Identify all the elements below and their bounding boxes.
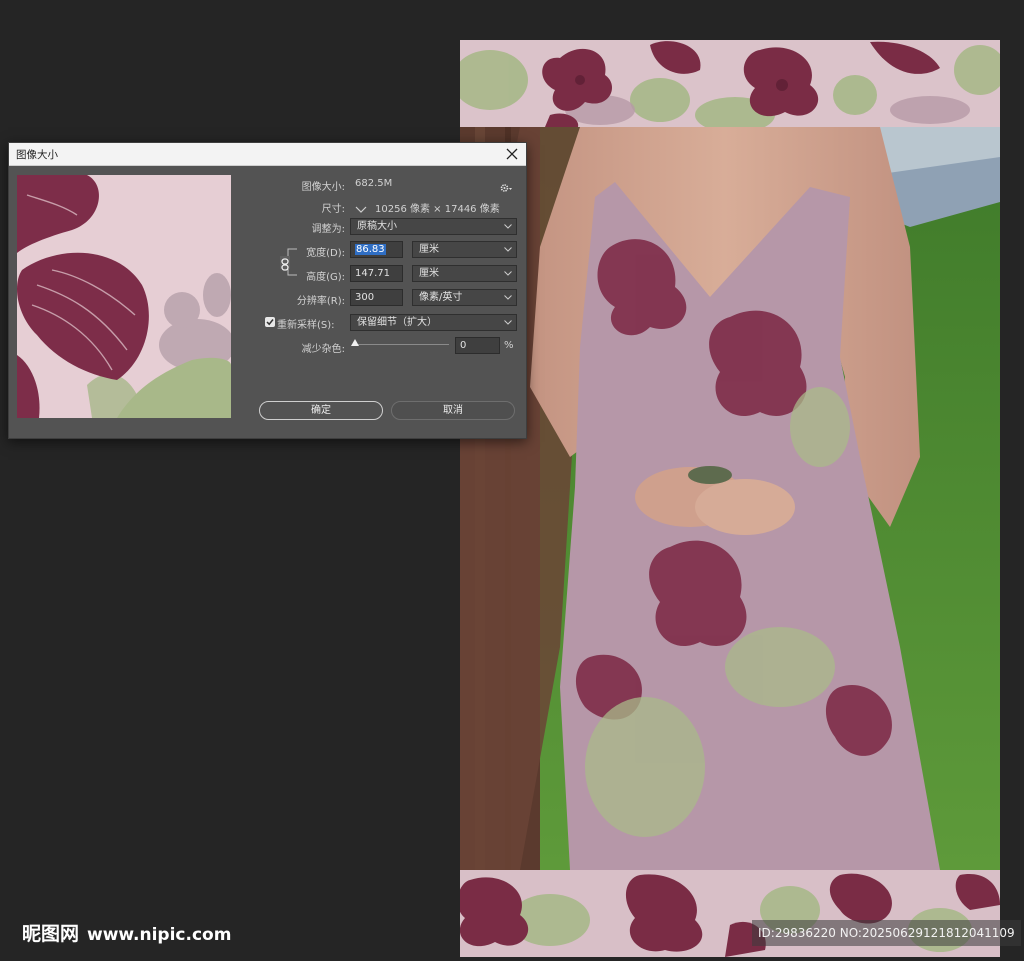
watermark-site-name: 昵图网 [22,923,80,945]
noise-label: 减少杂色: [301,344,345,355]
dimensions-label: 尺寸: [321,204,345,215]
cancel-button[interactable]: 取消 [391,401,515,420]
dimensions-unit-toggle[interactable] [355,200,367,219]
resample-value: 保留细节（扩大） [357,317,437,328]
photo-woman-in-floral-dress [460,127,1000,870]
chevron-down-icon [355,206,367,213]
chevron-down-icon [504,224,512,229]
dialog-title-bar[interactable]: 图像大小 [9,143,526,166]
fit-to-label: 调整为: [311,224,345,235]
resample-method-select[interactable]: 保留细节（扩大） [350,314,517,331]
image-size-dialog: 图像大小 图像大小: 682.5M 尺寸: 10256 像素 × 17446 像… [8,142,527,439]
height-unit: 厘米 [419,268,439,279]
noise-slider-thumb[interactable] [351,339,359,346]
watermark-id: ID:29836220 NO:20250629121812041109 [752,920,1021,946]
fit-to-value: 原稿大小 [357,221,397,232]
height-label: 高度(G): [306,272,345,283]
height-input[interactable]: 147.71 [350,265,403,282]
watermark-site: 昵图网 www.nipic.com [22,919,231,946]
resolution-unit: 像素/英寸 [419,292,463,303]
noise-value: 0 [460,340,467,351]
width-input[interactable]: 86.83 [350,241,403,258]
dialog-title: 图像大小 [16,149,58,161]
noise-input[interactable]: 0 [455,337,500,354]
close-button[interactable] [498,143,526,165]
noise-unit: % [504,340,514,351]
width-value: 86.83 [355,244,386,255]
fit-to-select[interactable]: 原稿大小 [350,218,517,235]
close-icon [506,148,518,160]
settings-button[interactable] [500,178,512,197]
resolution-label: 分辨率(R): [296,296,345,307]
floral-pattern-top [460,40,1000,127]
chevron-down-icon [504,271,512,276]
width-unit: 厘米 [419,244,439,255]
image-size-label: 图像大小: [301,182,345,193]
checkmark-icon [266,319,274,326]
ok-button[interactable]: 确定 [259,401,383,420]
document-canvas[interactable] [460,40,1000,957]
noise-slider-track[interactable] [355,344,449,345]
resample-checkbox[interactable] [265,317,275,327]
resolution-unit-select[interactable]: 像素/英寸 [412,289,517,306]
height-unit-select[interactable]: 厘米 [412,265,517,282]
resample-label: 重新采样(S): [277,320,335,331]
dimensions-value: 10256 像素 × 17446 像素 [375,204,500,215]
watermark-url: www.nipic.com [87,925,232,945]
width-label: 宽度(D): [306,248,345,259]
chevron-down-icon [504,247,512,252]
image-size-value: 682.5M [355,178,393,189]
width-unit-select[interactable]: 厘米 [412,241,517,258]
image-preview[interactable] [17,175,231,418]
resolution-value: 300 [355,292,375,303]
height-value: 147.71 [355,268,390,279]
gear-icon [500,184,512,192]
chevron-down-icon [504,295,512,300]
chevron-down-icon [504,320,512,325]
resolution-input[interactable]: 300 [350,289,403,306]
